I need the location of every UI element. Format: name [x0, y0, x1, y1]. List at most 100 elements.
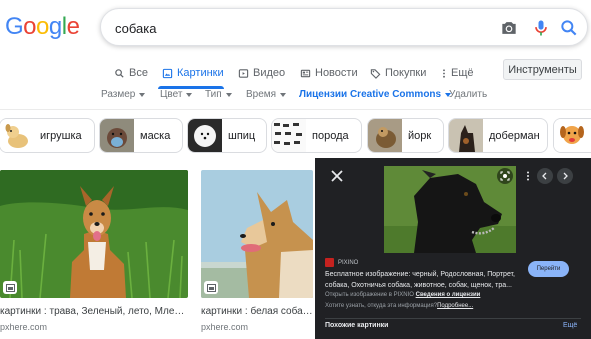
source-row[interactable]: PIXINO — [325, 258, 358, 267]
chip-toy[interactable]: игрушка — [0, 118, 95, 153]
chip-label: маска — [140, 129, 171, 142]
open-in-source[interactable]: PIXNIO — [394, 292, 414, 298]
filter-label: Цвет — [160, 89, 183, 100]
related-searches-chips: игрушка маска шпиц порода йорк доберман — [0, 118, 591, 154]
filter-license[interactable]: Лицензии Creative Commons — [299, 89, 452, 100]
chevron-down-icon — [280, 92, 287, 97]
image-icon — [162, 68, 173, 78]
chip-thumbnail — [0, 119, 34, 152]
filter-label: Лицензии Creative Commons — [299, 89, 442, 100]
tab-label: Видео — [253, 67, 286, 79]
logo-letter: G — [5, 13, 24, 40]
chip-label: шпиц — [228, 129, 256, 142]
search-icon[interactable] — [559, 18, 579, 38]
chip-thumbnail — [554, 119, 588, 152]
filter-label: Время — [246, 89, 277, 100]
image-badge-icon — [3, 281, 17, 294]
chip-doberman[interactable]: доберман — [448, 118, 548, 153]
tag-icon — [370, 68, 381, 79]
chevron-left-icon[interactable] — [537, 168, 553, 184]
image-result[interactable]: картинки : белая собака, по pxhere.com — [201, 170, 313, 332]
chevron-right-icon[interactable] — [557, 168, 573, 184]
chip-mask[interactable]: маска — [99, 118, 183, 153]
search-input[interactable] — [115, 18, 495, 38]
tools-button[interactable]: Инструменты — [503, 59, 582, 80]
chevron-down-icon — [186, 92, 193, 97]
chip-label: игрушка — [40, 129, 82, 142]
image-badge-icon — [204, 281, 218, 294]
result-domain: pxhere.com — [0, 322, 48, 332]
tab-label: Все — [129, 67, 148, 79]
close-icon[interactable] — [327, 166, 347, 186]
camera-icon[interactable] — [499, 18, 519, 38]
tab-label: Ещё — [451, 67, 474, 79]
tab-news[interactable]: Новости — [300, 63, 358, 83]
panel-divider — [325, 318, 581, 319]
news-icon — [300, 69, 311, 77]
tab-more[interactable]: Ещё — [441, 63, 474, 83]
lens-icon[interactable] — [497, 168, 513, 184]
result-thumbnail[interactable] — [0, 170, 188, 298]
mic-icon[interactable] — [531, 18, 551, 38]
source-name: PIXINO — [338, 259, 359, 266]
search-box[interactable] — [100, 8, 588, 46]
chip-breed[interactable]: порода — [271, 118, 362, 153]
filter-time[interactable]: Время — [246, 89, 287, 100]
info-question: Хотите узнать, откуда эта информация? — [325, 303, 438, 309]
result-caption[interactable]: картинки : белая собака, по — [201, 306, 313, 317]
filter-clear[interactable]: Удалить — [449, 89, 487, 100]
chip-cartoon-dog[interactable] — [553, 118, 591, 153]
image-description[interactable]: Бесплатное изображение: черный, Родослов… — [325, 269, 525, 291]
tab-shopping[interactable]: Покупки — [370, 63, 426, 83]
google-logo[interactable]: Google — [5, 13, 80, 41]
open-in-row: Открыть изображение в PIXNIO Сведения о … — [325, 292, 480, 298]
logo-letter: e — [66, 13, 80, 40]
source-favicon-icon — [325, 258, 334, 267]
logo-letter: o — [36, 13, 49, 40]
image-preview-panel: PIXINO Бесплатное изображение: черный, Р… — [315, 158, 591, 339]
result-domain: pxhere.com — [201, 322, 249, 332]
tab-video[interactable]: Видео — [238, 63, 285, 83]
chip-yorkie[interactable]: йорк — [367, 118, 444, 153]
tab-label: Картинки — [177, 67, 224, 79]
filter-label: Удалить — [449, 89, 488, 100]
filter-color[interactable]: Цвет — [160, 89, 193, 100]
tab-label: Покупки — [385, 67, 427, 79]
chip-thumbnail — [449, 119, 483, 152]
more-vert-icon — [443, 68, 445, 78]
chip-thumbnail — [272, 119, 306, 152]
logo-letter: o — [23, 13, 37, 40]
filter-label: Тип — [205, 89, 222, 100]
chip-spitz[interactable]: шпиц — [187, 118, 267, 153]
search-icon — [115, 68, 124, 78]
tab-label: Новости — [315, 67, 358, 79]
tab-images[interactable]: Картинки — [162, 63, 224, 83]
header-divider — [0, 109, 591, 110]
logo-letter: g — [48, 13, 62, 40]
preview-image[interactable] — [384, 166, 516, 253]
chip-label: порода — [312, 129, 349, 142]
related-more-link[interactable]: Ещё — [563, 322, 577, 329]
license-link[interactable]: Сведения о лицензии — [416, 292, 481, 298]
more-vert-icon[interactable] — [520, 168, 536, 184]
image-result[interactable]: картинки : трава, Зеленый, лето, Млекопи… — [0, 170, 188, 332]
chip-label: доберман — [489, 129, 540, 142]
filter-type[interactable]: Тип — [205, 89, 232, 100]
filter-size[interactable]: Размер — [101, 89, 146, 100]
visit-button[interactable]: Перейти — [528, 261, 569, 277]
filter-label: Размер — [101, 89, 136, 100]
chevron-down-icon — [225, 92, 232, 97]
result-caption[interactable]: картинки : трава, Зеленый, лето, Млекопи… — [0, 306, 188, 317]
info-question-row: Хотите узнать, откуда эта информация?Под… — [325, 303, 473, 309]
learn-more-link[interactable]: Подробнее... — [437, 303, 473, 309]
chip-label: йорк — [408, 129, 432, 142]
chip-thumbnail — [100, 119, 134, 152]
open-in-prefix: Открыть изображение в — [325, 292, 392, 298]
chip-thumbnail — [368, 119, 402, 152]
related-images-label: Похожие картинки — [325, 322, 389, 329]
chip-thumbnail — [188, 119, 222, 152]
result-thumbnail[interactable] — [201, 170, 313, 298]
video-icon — [238, 68, 249, 78]
chevron-down-icon — [139, 92, 146, 97]
tab-all[interactable]: Все — [114, 63, 148, 83]
